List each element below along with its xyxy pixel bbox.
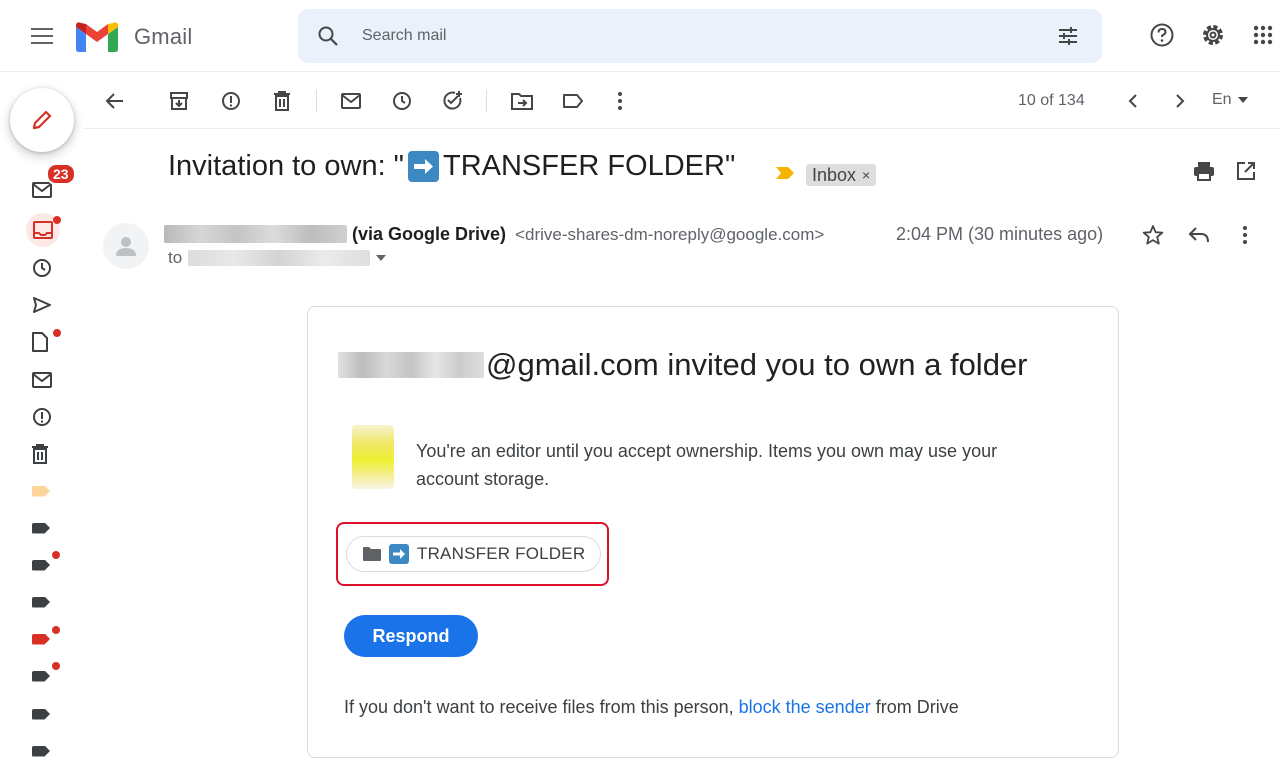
folder-icon xyxy=(363,547,381,561)
drafts-dot xyxy=(53,329,61,337)
rail-spam-icon[interactable] xyxy=(24,402,64,432)
rail-snoozed-icon[interactable] xyxy=(24,253,64,283)
label-as-icon[interactable] xyxy=(560,88,586,114)
apps-icon[interactable] xyxy=(1248,20,1278,50)
reply-icon[interactable] xyxy=(1186,222,1212,248)
caret-down-icon xyxy=(1237,97,1248,103)
compose-button[interactable] xyxy=(10,88,74,152)
lang-label: En xyxy=(1212,91,1232,108)
archive-icon[interactable] xyxy=(166,88,192,114)
folder-chip[interactable]: TRANSFER FOLDER xyxy=(346,536,602,572)
star-icon[interactable] xyxy=(1140,222,1166,248)
pager-count: 10 of 134 xyxy=(1018,92,1085,109)
rail-label-icon[interactable] xyxy=(24,736,64,766)
report-spam-icon[interactable] xyxy=(218,88,244,114)
rail-all-mail-icon[interactable] xyxy=(24,365,64,395)
rail-label-icon[interactable] xyxy=(24,513,64,543)
delete-icon[interactable] xyxy=(269,88,295,114)
to-label: to xyxy=(168,248,183,267)
subject-line: Invitation to own: " TRANSFER FOLDER" xyxy=(168,150,735,183)
person-icon xyxy=(116,237,136,256)
move-to-icon[interactable] xyxy=(509,88,535,114)
inviter-avatar-redacted xyxy=(352,425,394,489)
footer-text-before: If you don't want to receive files from … xyxy=(344,697,739,717)
message-more-vert-icon[interactable] xyxy=(1232,222,1258,248)
rail-sent-icon[interactable] xyxy=(24,290,64,320)
sender-via: (via Google Drive) xyxy=(352,224,507,244)
back-arrow-icon[interactable] xyxy=(102,88,128,114)
remove-label-button[interactable]: × xyxy=(862,164,870,186)
importance-marker-icon[interactable] xyxy=(776,167,794,179)
search-input[interactable] xyxy=(362,23,1022,49)
tune-icon[interactable] xyxy=(1056,24,1080,48)
card-title-text: @gmail.com invited you to own a folder xyxy=(486,347,1028,382)
next-chevron-icon[interactable] xyxy=(1167,88,1193,114)
rail-label-icon[interactable] xyxy=(24,476,64,506)
right-arrow-emoji-icon xyxy=(407,151,439,182)
recipient-line: to xyxy=(168,248,387,268)
card-title: @gmail.com invited you to own a folder xyxy=(338,347,1028,383)
top-header: Gmail xyxy=(0,0,1280,72)
gmail-logo[interactable]: Gmail xyxy=(76,22,192,52)
open-in-new-window-icon[interactable] xyxy=(1233,158,1259,184)
app-name: Gmail xyxy=(134,24,193,49)
recipient-redacted xyxy=(188,250,371,266)
help-icon[interactable] xyxy=(1147,20,1177,50)
message-time: 2:04 PM (30 minutes ago) xyxy=(896,224,1104,244)
search-icon[interactable] xyxy=(316,24,340,48)
pencil-icon xyxy=(32,110,52,130)
label-dot xyxy=(52,662,60,670)
subject-folder: TRANSFER FOLDER" xyxy=(442,150,736,182)
rail-label-icon[interactable] xyxy=(24,587,64,617)
subject-prefix: Invitation to own: " xyxy=(168,150,404,182)
sender-email: <drive-shares-dm-noreply@google.com> xyxy=(515,225,825,244)
input-tools-button[interactable]: En xyxy=(1212,91,1248,109)
mark-unread-icon[interactable] xyxy=(338,88,364,114)
rail-trash-icon[interactable] xyxy=(24,439,64,469)
card-footer: If you don't want to receive files from … xyxy=(344,697,959,718)
print-icon[interactable] xyxy=(1191,158,1217,184)
inviter-email-redacted xyxy=(338,352,484,378)
more-vert-icon[interactable] xyxy=(607,88,633,114)
sender-avatar[interactable] xyxy=(103,223,149,269)
add-task-icon[interactable] xyxy=(440,88,466,114)
inbox-label-chip: Inbox × xyxy=(806,164,877,186)
footer-text-after: from Drive xyxy=(870,697,959,717)
label-dot xyxy=(52,551,60,559)
settings-icon[interactable] xyxy=(1198,20,1228,50)
folder-name: TRANSFER FOLDER xyxy=(417,544,586,563)
snooze-icon[interactable] xyxy=(389,88,415,114)
inbox-dot xyxy=(53,216,61,224)
sender-name-redacted xyxy=(164,225,347,243)
message-toolbar: 10 of 134 En xyxy=(84,72,1280,129)
drive-invite-card: @gmail.com invited you to own a folder Y… xyxy=(307,306,1119,758)
unread-badge: 23 xyxy=(46,163,76,185)
label-dot xyxy=(52,626,60,634)
respond-button[interactable]: Respond xyxy=(344,615,478,657)
show-details-caret-icon[interactable] xyxy=(376,255,387,261)
rail-label-icon[interactable] xyxy=(24,699,64,729)
prev-chevron-icon[interactable] xyxy=(1120,88,1146,114)
menu-icon[interactable] xyxy=(26,20,58,52)
block-sender-link[interactable]: block the sender xyxy=(739,697,871,717)
sender-line: (via Google Drive) <drive-shares-dm-nore… xyxy=(352,224,824,245)
inbox-label: Inbox xyxy=(812,165,857,185)
card-body: You're an editor until you accept owners… xyxy=(416,441,998,489)
right-arrow-emoji-icon xyxy=(389,544,409,564)
search-bar xyxy=(298,9,1102,63)
